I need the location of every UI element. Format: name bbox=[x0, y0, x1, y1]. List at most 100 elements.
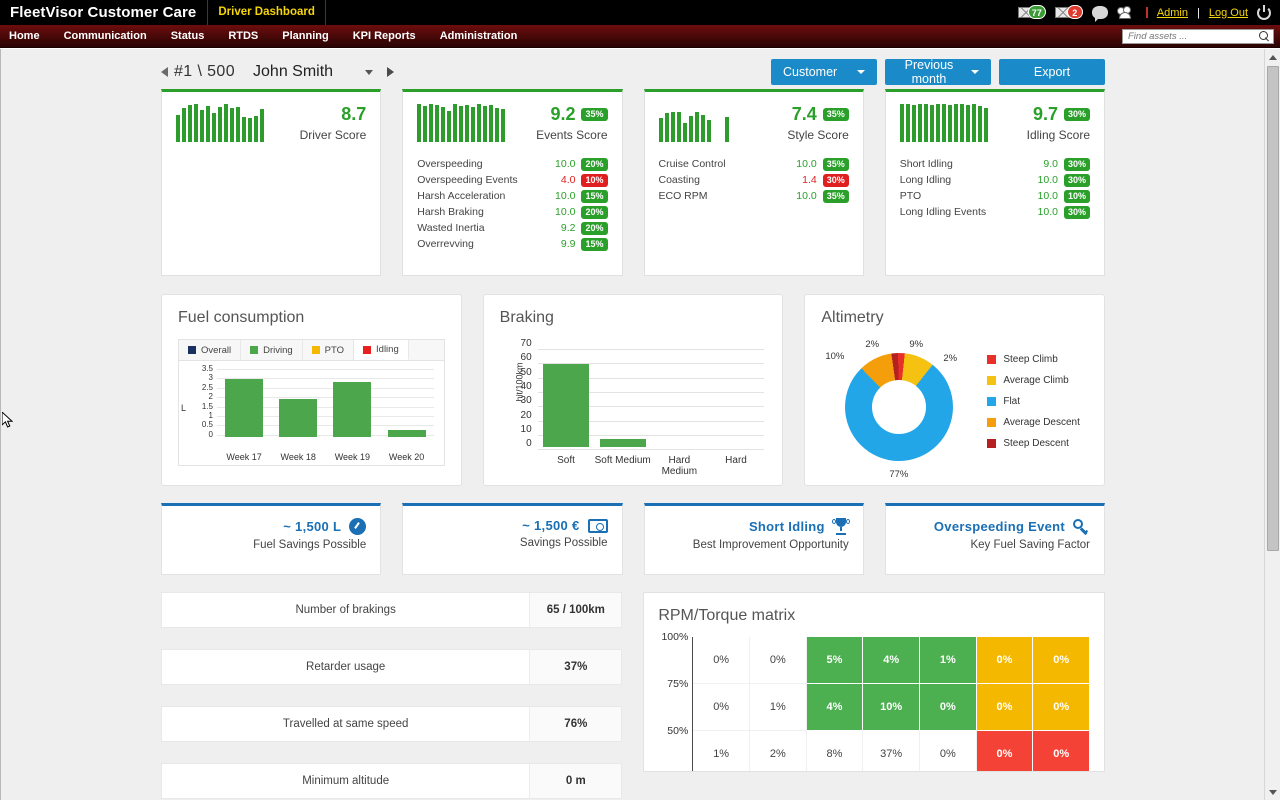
matrix-cell[interactable]: 4% bbox=[863, 637, 920, 684]
savings-card-improvement[interactable]: Short Idling Best Improvement Opportunit… bbox=[644, 503, 864, 575]
matrix-cell[interactable]: 37% bbox=[863, 731, 920, 772]
nav-item-administration[interactable]: Administration bbox=[428, 25, 530, 48]
page-body: #1 \ 500 John Smith Customer Previous mo… bbox=[0, 49, 1280, 800]
matrix-cell[interactable]: 0% bbox=[750, 637, 807, 684]
kpi-card-events-score[interactable]: 9.2 35% Events Score Overspeeding 10.0 2… bbox=[402, 89, 622, 276]
nav-item-status[interactable]: Status bbox=[159, 25, 217, 48]
chat-icon[interactable] bbox=[1092, 6, 1108, 19]
driver-score-value: 8.7 bbox=[341, 104, 366, 125]
sparkline-bar bbox=[236, 107, 240, 142]
scroll-down-arrow-icon[interactable] bbox=[1265, 784, 1280, 800]
asset-search[interactable] bbox=[1122, 29, 1274, 44]
matrix-cell[interactable]: 10% bbox=[863, 684, 920, 731]
people-icon[interactable] bbox=[1117, 6, 1137, 20]
kpi-list-item: Harsh Acceleration 10.0 15% bbox=[417, 188, 607, 204]
power-icon[interactable] bbox=[1257, 6, 1271, 20]
fuel-legend-overall[interactable]: Overall bbox=[179, 340, 241, 360]
kpi-card-style-score[interactable]: 7.4 35% Style Score Cruise Control 10.0 … bbox=[644, 89, 864, 276]
sparkline-bar bbox=[260, 109, 264, 142]
matrix-cell[interactable]: 0% bbox=[920, 684, 977, 731]
mail-alert-icon[interactable]: 2 bbox=[1055, 5, 1083, 20]
braking-x-label: Soft Medium bbox=[594, 455, 651, 477]
search-input[interactable] bbox=[1128, 31, 1259, 42]
fuel-x-label: Week 19 bbox=[326, 452, 378, 462]
matrix-cell[interactable]: 0% bbox=[920, 731, 977, 772]
kpi-item-weight: 15% bbox=[581, 190, 607, 203]
stat-row: Retarder usage 37% bbox=[161, 649, 622, 685]
export-button[interactable]: Export bbox=[999, 59, 1105, 85]
matrix-cell[interactable]: 0% bbox=[977, 637, 1034, 684]
main-navigation: Home Communication Status RTDS Planning … bbox=[0, 25, 1280, 48]
nav-item-communication[interactable]: Communication bbox=[52, 25, 159, 48]
altimetry-label-average-climb: 9% bbox=[909, 339, 923, 350]
braking-bar[interactable] bbox=[543, 364, 589, 447]
scroll-up-arrow-icon[interactable] bbox=[1265, 49, 1280, 65]
driver-select-chevron-down-icon[interactable] bbox=[365, 70, 373, 75]
stat-row: Travelled at same speed 76% bbox=[161, 706, 622, 742]
matrix-cell[interactable]: 0% bbox=[977, 731, 1034, 772]
savings-card-fuel[interactable]: ~ 1,500 L Fuel Savings Possible bbox=[161, 503, 381, 575]
kpi-item-name: Long Idling Events bbox=[900, 206, 1038, 218]
legend-swatch-icon bbox=[188, 346, 196, 354]
nav-item-planning[interactable]: Planning bbox=[270, 25, 340, 48]
braking-y-tick: 0 bbox=[526, 439, 532, 449]
sparkline-bar bbox=[176, 115, 180, 142]
matrix-cell[interactable]: 4% bbox=[807, 684, 864, 731]
kpi-list-item: Wasted Inertia 9.2 20% bbox=[417, 220, 607, 236]
fuel-legend-driving[interactable]: Driving bbox=[241, 340, 303, 360]
logout-link[interactable]: Log Out bbox=[1209, 7, 1248, 19]
kpi-item-value: 10.0 bbox=[1038, 174, 1058, 186]
altimetry-legend-item: Steep Descent bbox=[987, 433, 1080, 454]
altimetry-legend-item: Steep Climb bbox=[987, 349, 1080, 370]
fuel-legend-tabs[interactable]: Overall Driving PTO Idling bbox=[178, 339, 445, 361]
page-tab-driver-dashboard[interactable]: Driver Dashboard bbox=[208, 0, 325, 25]
matrix-cell[interactable]: 0% bbox=[977, 684, 1034, 731]
altimetry-panel: Altimetry 2% 9% 77% 10% 2% Steep Climb bbox=[804, 294, 1105, 486]
vertical-scrollbar[interactable] bbox=[1264, 49, 1280, 800]
fuel-bar[interactable] bbox=[279, 399, 317, 437]
fuel-bar[interactable] bbox=[388, 430, 426, 437]
matrix-cell[interactable]: 1% bbox=[750, 684, 807, 731]
prev-driver-icon[interactable] bbox=[161, 67, 168, 77]
scrollbar-thumb[interactable] bbox=[1267, 66, 1279, 551]
search-icon[interactable] bbox=[1259, 31, 1270, 42]
sparkline-bar bbox=[912, 105, 916, 142]
stat-value: 0 m bbox=[529, 764, 621, 798]
kpi-card-driver-score[interactable]: 8.7 Driver Score bbox=[161, 89, 381, 276]
fuel-legend-pto[interactable]: PTO bbox=[303, 340, 354, 360]
kpi-item-name: Harsh Acceleration bbox=[417, 190, 555, 202]
savings-card-money[interactable]: ~ 1,500 € Savings Possible bbox=[402, 503, 622, 575]
fuel-y-tick: 0 bbox=[209, 431, 213, 439]
matrix-cell[interactable]: 0% bbox=[693, 684, 750, 731]
matrix-cell[interactable]: 8% bbox=[807, 731, 864, 772]
matrix-cell[interactable]: 5% bbox=[807, 637, 864, 684]
nav-item-kpi-reports[interactable]: KPI Reports bbox=[341, 25, 428, 48]
toolbar-buttons: Customer Previous month Export bbox=[771, 59, 1105, 85]
admin-link[interactable]: Admin bbox=[1157, 7, 1188, 19]
matrix-cell[interactable]: 0% bbox=[693, 637, 750, 684]
fuel-bar[interactable] bbox=[333, 382, 371, 437]
matrix-cell[interactable]: 1% bbox=[920, 637, 977, 684]
fuel-bar[interactable] bbox=[225, 379, 263, 437]
mail-unread-icon[interactable]: 77 bbox=[1018, 5, 1046, 20]
next-driver-icon[interactable] bbox=[387, 67, 394, 77]
matrix-cell[interactable]: 0% bbox=[1033, 731, 1090, 772]
sparkline-bar bbox=[417, 104, 421, 142]
nav-item-rtds[interactable]: RTDS bbox=[216, 25, 270, 48]
money-icon bbox=[588, 519, 608, 533]
matrix-cell[interactable]: 1% bbox=[693, 731, 750, 772]
customer-dropdown-button[interactable]: Customer bbox=[771, 59, 877, 85]
period-dropdown-button[interactable]: Previous month bbox=[885, 59, 991, 85]
nav-item-home[interactable]: Home bbox=[0, 25, 52, 48]
matrix-cell[interactable]: 2% bbox=[750, 731, 807, 772]
matrix-cell[interactable]: 0% bbox=[1033, 637, 1090, 684]
kpi-card-idling-score[interactable]: 9.7 30% Idling Score Short Idling 9.0 30… bbox=[885, 89, 1105, 276]
fuel-legend-idling[interactable]: Idling bbox=[354, 340, 409, 360]
braking-x-label: Hard bbox=[708, 455, 765, 477]
kpi-item-value: 10.0 bbox=[796, 158, 816, 170]
kpi-item-name: PTO bbox=[900, 190, 1038, 202]
braking-bar[interactable] bbox=[600, 439, 646, 447]
matrix-cell[interactable]: 0% bbox=[1033, 684, 1090, 731]
fuel-consumption-panel: Fuel consumption Overall Driving PTO Idl… bbox=[161, 294, 462, 486]
savings-card-key-factor[interactable]: Overspeeding Event Key Fuel Saving Facto… bbox=[885, 503, 1105, 575]
